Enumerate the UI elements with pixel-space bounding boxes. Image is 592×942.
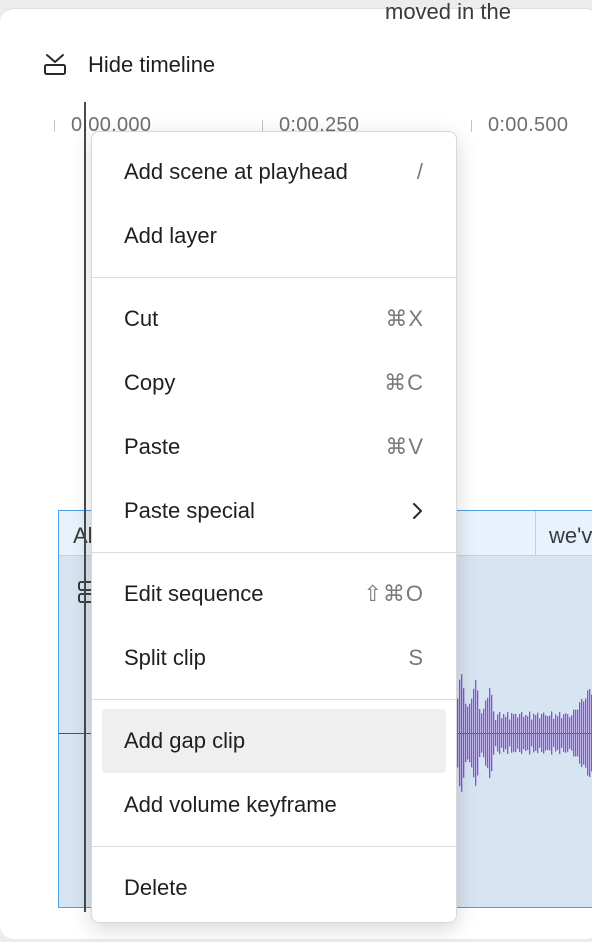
menu-item-label: Delete xyxy=(124,875,188,900)
hide-timeline-label: Hide timeline xyxy=(88,52,216,77)
menu-item-shortcut: ⌘V xyxy=(385,434,424,459)
menu-item-label: Cut xyxy=(124,306,159,331)
menu-item-label: Edit sequence xyxy=(124,581,264,606)
clip-divider xyxy=(535,511,536,555)
ruler-tick xyxy=(54,120,55,132)
menu-separator xyxy=(92,552,456,553)
menu-item-label: Paste special xyxy=(124,498,255,523)
menu-separator xyxy=(92,699,456,700)
menu-item-shortcut: / xyxy=(416,159,424,184)
menu-item-label: Split clip xyxy=(124,645,206,670)
audio-waveform xyxy=(457,674,592,792)
menu-item-cut[interactable]: Cut ⌘X xyxy=(102,287,446,351)
menu-item-label: Copy xyxy=(124,370,176,395)
hide-timeline-icon xyxy=(40,50,70,80)
menu-item-shortcut: ⌘X xyxy=(385,306,424,331)
menu-item-label: Add layer xyxy=(124,223,217,248)
menu-item-split-clip[interactable]: Split clip S xyxy=(102,626,446,690)
ruler-label: 0:00.500 xyxy=(488,114,569,136)
menu-item-label: Add scene at playhead xyxy=(124,159,348,184)
menu-item-edit-sequence[interactable]: Edit sequence ⇧⌘O xyxy=(102,562,446,626)
context-menu: Add scene at playhead / Add layer Cut ⌘X… xyxy=(91,131,457,923)
clip-text-right: we'v xyxy=(549,523,592,548)
menu-item-paste[interactable]: Paste ⌘V xyxy=(102,415,446,479)
menu-item-label: Add gap clip xyxy=(124,728,246,753)
ruler-tick xyxy=(471,120,472,132)
playhead[interactable] xyxy=(84,102,86,912)
menu-item-paste-special[interactable]: Paste special xyxy=(102,479,446,543)
menu-item-shortcut: ⌘C xyxy=(384,370,424,395)
menu-item-delete[interactable]: Delete xyxy=(102,856,446,920)
menu-item-label: Paste xyxy=(124,434,181,459)
menu-item-add-scene-at-playhead[interactable]: Add scene at playhead / xyxy=(102,140,446,204)
menu-item-copy[interactable]: Copy ⌘C xyxy=(102,351,446,415)
menu-item-add-gap-clip[interactable]: Add gap clip xyxy=(102,709,446,773)
chevron-right-icon xyxy=(413,503,422,519)
menu-item-add-volume-keyframe[interactable]: Add volume keyframe xyxy=(102,773,446,837)
background-caption-text: moved in the xyxy=(385,0,511,24)
clip-text-left: Al xyxy=(73,523,93,548)
menu-separator xyxy=(92,846,456,847)
menu-item-shortcut: ⇧⌘O xyxy=(363,581,424,606)
hide-timeline-button[interactable]: Hide timeline xyxy=(40,47,215,83)
menu-item-add-layer[interactable]: Add layer xyxy=(102,204,446,268)
menu-separator xyxy=(92,277,456,278)
menu-item-label: Add volume keyframe xyxy=(124,792,337,817)
menu-item-shortcut: S xyxy=(408,645,424,670)
